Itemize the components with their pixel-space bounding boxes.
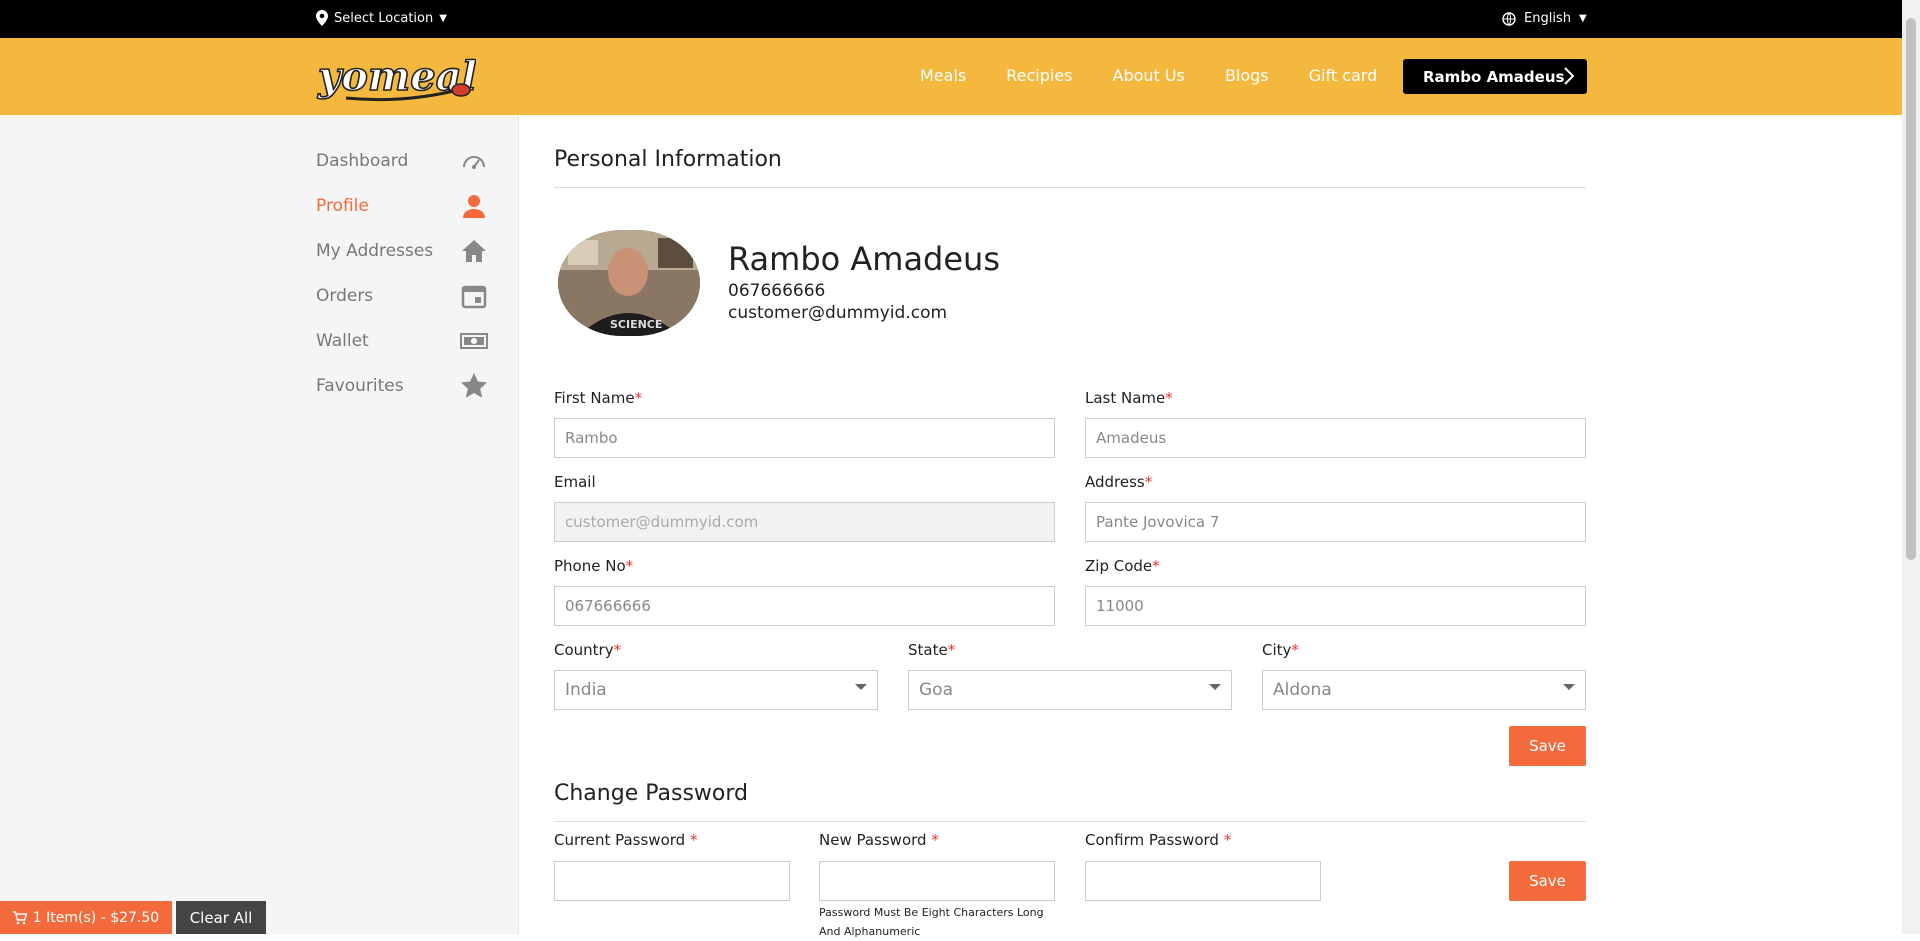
chevron-down-icon [1563, 684, 1575, 690]
nav-meals[interactable]: Meals [920, 66, 966, 85]
location-selector[interactable]: Select Location ▼ [316, 10, 447, 26]
current-password-label: Current Password * [554, 831, 698, 849]
speedometer-icon [463, 156, 485, 169]
new-password-label: New Password * [819, 831, 939, 849]
state-select[interactable]: Goa [908, 670, 1232, 710]
sidebar-item-label: Dashboard [316, 151, 409, 171]
address-input[interactable]: Pante Jovovica 7 [1085, 502, 1586, 542]
calendar-icon [461, 285, 487, 309]
country-label: Country* [554, 641, 622, 659]
cart-summary-button[interactable]: 1 Item(s) - $27.50 [0, 901, 172, 934]
sidebar-item-label: Favourites [316, 376, 404, 396]
brand-logo[interactable]: yomeals [316, 48, 500, 106]
country-select[interactable]: India [554, 670, 878, 710]
profile-name: Rambo Amadeus [728, 240, 1000, 278]
sidebar-item-label: Wallet [316, 331, 369, 351]
email-label: Email [554, 473, 596, 491]
language-label: English [1524, 11, 1571, 26]
cart-summary-label: 1 Item(s) - $27.50 [32, 909, 160, 926]
city-select[interactable]: Aldona [1262, 670, 1586, 710]
current-password-input[interactable] [554, 861, 790, 901]
nav-gift-card[interactable]: Gift card [1309, 66, 1378, 85]
sidebar-item-dashboard[interactable]: Dashboard [316, 146, 488, 176]
chevron-down-icon [1209, 684, 1221, 690]
state-label: State* [908, 641, 956, 659]
phone-label: Phone No* [554, 557, 634, 575]
svg-text:SCIENCE: SCIENCE [610, 318, 662, 331]
sidebar-item-wallet[interactable]: Wallet [316, 326, 488, 356]
scrollbar-thumb[interactable] [1906, 18, 1916, 560]
divider [554, 187, 1586, 188]
main-header: yomeals Meals Recipies About Us Blogs Gi… [0, 38, 1902, 115]
page-scrollbar[interactable] [1902, 0, 1920, 934]
nav-about-us[interactable]: About Us [1113, 66, 1185, 85]
chevron-down-icon [855, 684, 867, 690]
caret-down-icon: ▼ [1578, 13, 1587, 24]
top-bar: Select Location ▼ English ▼ [0, 0, 1902, 38]
main-nav: Meals Recipies About Us Blogs Gift card [920, 66, 1417, 85]
sidebar-item-favourites[interactable]: Favourites [316, 371, 488, 401]
last-name-input[interactable]: Amadeus [1085, 418, 1586, 458]
nav-blogs[interactable]: Blogs [1225, 66, 1269, 85]
sidebar-item-profile[interactable]: Profile [316, 191, 488, 221]
map-pin-icon [316, 10, 328, 26]
last-name-label: Last Name* [1085, 389, 1173, 407]
divider [554, 821, 1586, 822]
first-name-input[interactable]: Rambo [554, 418, 1055, 458]
sidebar-item-label: Orders [316, 286, 374, 306]
sidebar-item-my-addresses[interactable]: My Addresses [316, 236, 488, 266]
email-field: customer@dummyid.com [554, 502, 1055, 542]
new-password-input[interactable] [819, 861, 1055, 901]
sidebar-item-label: My Addresses [316, 241, 434, 261]
caret-down-icon: ▼ [439, 12, 447, 24]
star-icon [461, 373, 487, 398]
zip-input[interactable]: 11000 [1085, 586, 1586, 626]
save-profile-button[interactable]: Save [1509, 726, 1586, 766]
phone-input[interactable]: 067666666 [554, 586, 1055, 626]
confirm-password-label: Confirm Password * [1085, 831, 1232, 849]
language-selector[interactable]: English ▼ [1502, 11, 1587, 26]
chevron-right-icon [1564, 67, 1575, 85]
location-label: Select Location [334, 10, 434, 26]
globe-icon [1502, 11, 1516, 26]
clear-all-button[interactable]: Clear All [176, 901, 266, 934]
nav-recipies[interactable]: Recipies [1006, 66, 1072, 85]
address-label: Address* [1085, 473, 1153, 491]
password-hint: Password Must Be Eight Characters Long A… [819, 906, 1044, 938]
save-password-button[interactable]: Save [1509, 861, 1586, 901]
profile-email: customer@dummyid.com [728, 303, 948, 323]
user-menu-button[interactable]: Rambo Amadeus [1403, 59, 1587, 94]
zip-label: Zip Code* [1085, 557, 1160, 575]
sidebar: Dashboard Profile My Addresses Orders Wa… [0, 115, 519, 934]
user-name: Rambo Amadeus [1423, 67, 1565, 86]
page-title: Personal Information [554, 147, 782, 172]
cart-icon [12, 910, 27, 924]
money-icon [460, 333, 488, 349]
confirm-password-input[interactable] [1085, 861, 1321, 901]
avatar[interactable]: SCIENCE [558, 230, 700, 336]
sidebar-item-orders[interactable]: Orders [316, 281, 488, 311]
change-password-title: Change Password [554, 781, 748, 806]
user-icon [463, 195, 485, 218]
first-name-label: First Name* [554, 389, 643, 407]
city-label: City* [1262, 641, 1299, 659]
home-icon [462, 240, 486, 262]
profile-phone: 067666666 [728, 281, 826, 301]
sidebar-item-label: Profile [316, 196, 369, 216]
logo-text: yomeals [317, 53, 476, 100]
